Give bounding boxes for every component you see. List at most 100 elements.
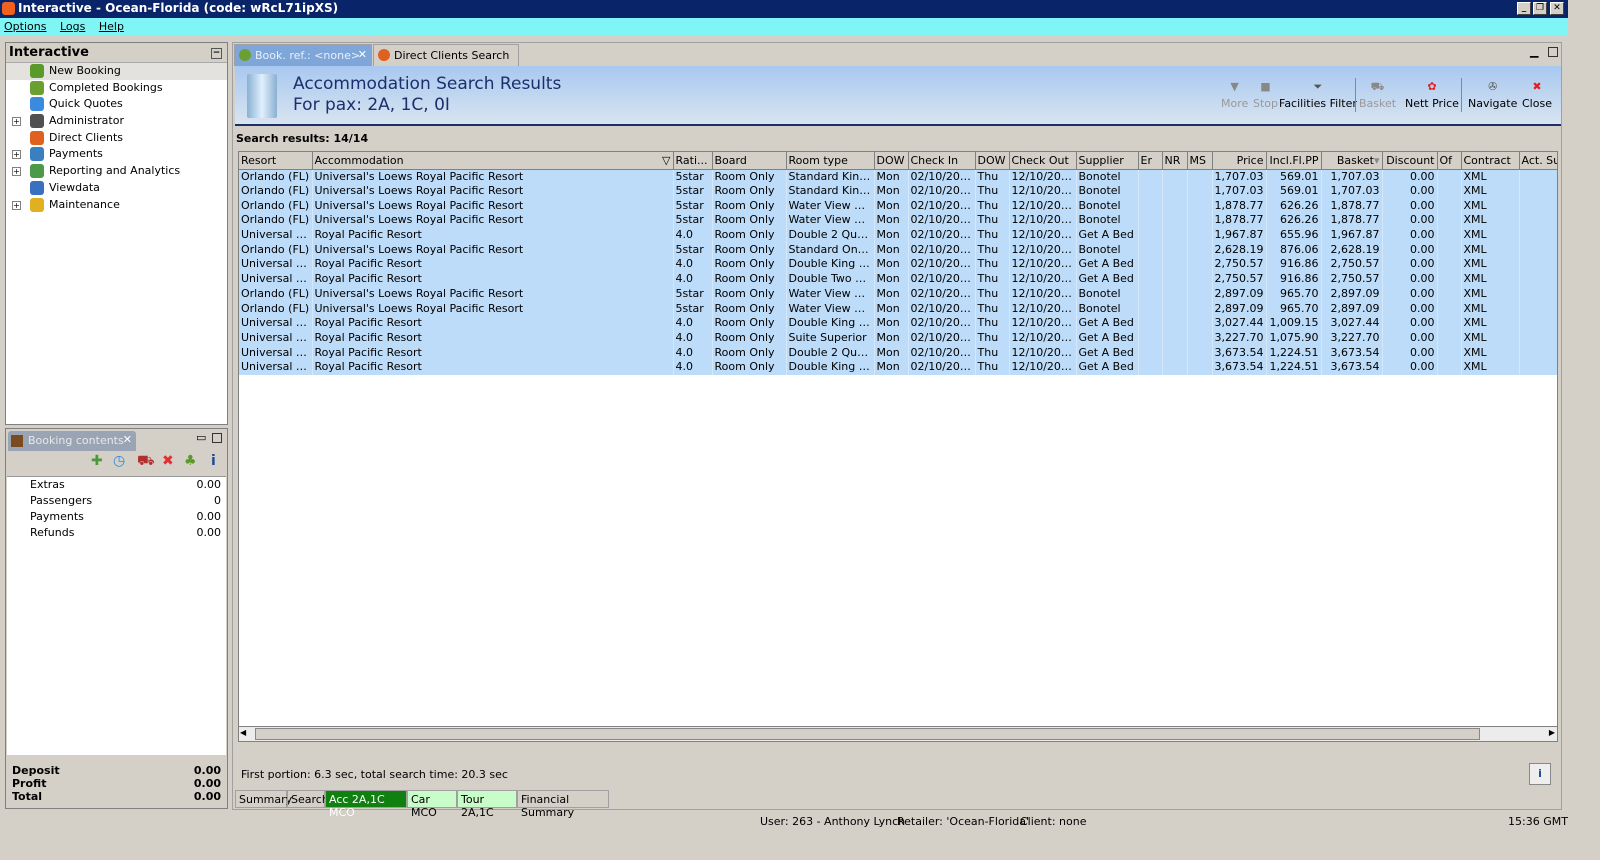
table-row[interactable]: Universal O... Royal Pacific Resort 4.0 Roo… (239, 330, 1557, 346)
collapse-icon[interactable]: − (211, 48, 222, 59)
column-header[interactable]: DOW (975, 152, 1010, 170)
close-icon[interactable]: ✕ (123, 433, 132, 446)
nett-price-button[interactable]: ✿ Nett Price (1405, 80, 1459, 110)
column-header[interactable]: Price (1212, 152, 1267, 170)
stop-button[interactable]: ■ Stop (1253, 80, 1278, 110)
scrollbar-thumb[interactable] (255, 728, 1480, 740)
nav-item-completed-bookings[interactable]: Completed Bookings (6, 80, 227, 97)
table-row[interactable]: Universal O... Royal Pacific Resort 4.0 Roo… (239, 315, 1557, 331)
column-header[interactable]: Contract (1461, 152, 1520, 170)
column-header[interactable]: Check Out (1009, 152, 1077, 170)
nav-item-maintenance[interactable]: + Maintenance (6, 197, 227, 214)
bottom-tab-search[interactable]: Search (287, 790, 329, 808)
column-header[interactable]: Discount (1382, 152, 1438, 170)
filter-icon[interactable]: ▽ (662, 154, 670, 167)
table-cell (1437, 213, 1462, 228)
expand-icon[interactable]: + (12, 167, 21, 177)
minimize-panel-icon[interactable]: ▭ (196, 431, 206, 444)
nav-item-quick-quotes[interactable]: Quick Quotes (6, 96, 227, 113)
scroll-left-icon[interactable]: ◀ (240, 728, 246, 737)
table-row[interactable]: Orlando (FL) Universal's Loews Royal Paci… (239, 286, 1557, 302)
close-tab-icon[interactable]: ✕ (358, 48, 367, 61)
sort-desc-icon[interactable]: ▾ (1374, 154, 1380, 167)
menu-options[interactable]: Options (4, 20, 46, 33)
palm-tree-icon[interactable]: ♣ (184, 453, 197, 469)
column-header[interactable]: Incl.Fl.PP (1266, 152, 1322, 170)
minimize-view-icon[interactable]: ▁ (1530, 45, 1538, 58)
clock-icon[interactable]: ◷ (113, 453, 125, 469)
nav-item-administrator[interactable]: + Administrator (6, 113, 227, 130)
table-row[interactable]: Universal O... Royal Pacific Resort 4.0 Roo… (239, 271, 1557, 287)
table-cell: Mon (874, 242, 909, 258)
menu-logs[interactable]: Logs (60, 20, 85, 33)
column-header[interactable]: NR (1162, 152, 1188, 170)
more-button[interactable]: ▼ More (1221, 80, 1248, 110)
bottom-tab-summary[interactable]: Summary (235, 790, 292, 808)
column-header[interactable]: DOW (874, 152, 909, 170)
table-row[interactable]: Orlando (FL) Universal's Loews Royal Paci… (239, 213, 1557, 228)
minimize-button[interactable]: _ (1517, 2, 1531, 15)
table-row[interactable]: Universal O... Royal Pacific Resort 4.0 Roo… (239, 257, 1557, 272)
column-header[interactable]: Er (1138, 152, 1163, 170)
close-window-button[interactable]: ✕ (1550, 2, 1564, 15)
column-header[interactable]: Rati... (673, 152, 713, 170)
basket-transfer-icon[interactable]: ⛟ (137, 453, 155, 471)
tab-booking-contents[interactable]: Booking contents ✕ (8, 431, 136, 451)
menu-help[interactable]: Help (99, 20, 124, 33)
scroll-right-icon[interactable]: ▶ (1549, 728, 1555, 737)
tab-direct-clients-search[interactable]: Direct Clients Search (373, 44, 519, 66)
close-button[interactable]: ✖ Close (1522, 80, 1552, 110)
nav-item-direct-clients[interactable]: Direct Clients (6, 130, 227, 147)
bottom-tab-car-mco[interactable]: Car MCO (407, 790, 457, 819)
search-time-text: First portion: 6.3 sec, total search tim… (241, 768, 508, 781)
table-row[interactable]: Orlando (FL) Universal's Loews Royal Paci… (239, 242, 1557, 258)
column-header[interactable]: Room type (786, 152, 875, 170)
column-header[interactable]: Check In (908, 152, 976, 170)
nav-item-viewdata[interactable]: Viewdata (6, 180, 227, 197)
info-icon[interactable]: i (211, 453, 216, 469)
restore-button[interactable]: ❐ (1533, 2, 1547, 15)
table-row[interactable]: Universal O... Royal Pacific Resort 4.0 Roo… (239, 227, 1557, 243)
column-header[interactable]: Basket▾ (1321, 152, 1383, 170)
nav-item-new-booking[interactable]: New Booking (6, 63, 227, 80)
tab-booking-ref[interactable]: Book. ref.: <none> ✕ (234, 44, 372, 66)
expand-icon[interactable]: + (12, 150, 21, 160)
maximize-panel-icon[interactable] (212, 433, 222, 443)
nav-item-payments[interactable]: + Payments (6, 146, 227, 163)
horizontal-scrollbar[interactable]: ◀ ▶ (238, 726, 1558, 742)
table-row[interactable]: Orlando (FL) Universal's Loews Royal Paci… (239, 198, 1557, 214)
table-cell: 2,628.19 (1212, 242, 1267, 258)
table-cell: 3,027.44 (1321, 315, 1383, 331)
expand-icon[interactable]: + (12, 117, 21, 127)
table-row[interactable]: Orlando (FL) Universal's Loews Royal Paci… (239, 183, 1557, 199)
column-header[interactable]: Board (712, 152, 787, 170)
bottom-tab-financial-summary[interactable]: Financial Summary (517, 790, 609, 819)
column-header[interactable]: Act. Su (1519, 152, 1557, 170)
client-icon (30, 130, 44, 145)
table-row[interactable]: Orlando (FL) Universal's Loews Royal Paci… (239, 169, 1557, 184)
column-header[interactable]: ▽ Accommodation (312, 152, 674, 170)
facilities-filter-button[interactable]: ⏷ Facilities Filter (1279, 80, 1357, 110)
column-header[interactable]: MS (1187, 152, 1213, 170)
table-row[interactable]: Universal O... Royal Pacific Resort 4.0 Roo… (239, 359, 1557, 375)
navigate-button[interactable]: ✇ Navigate (1468, 80, 1517, 110)
table-cell: 1,224.51 (1266, 345, 1322, 360)
bottom-tab-tour-2a-1c[interactable]: Tour 2A,1C (457, 790, 517, 819)
basket-button[interactable]: ⛟ Basket (1359, 80, 1396, 110)
column-header[interactable]: Supplier (1076, 152, 1139, 170)
maximize-view-icon[interactable] (1548, 47, 1558, 57)
expand-icon[interactable]: + (12, 200, 21, 210)
table-row[interactable]: Universal O... Royal Pacific Resort 4.0 Roo… (239, 345, 1557, 360)
info-button[interactable]: i (1529, 763, 1551, 785)
table-row[interactable]: Orlando (FL) Universal's Loews Royal Paci… (239, 301, 1557, 316)
add-icon[interactable]: ✚ (91, 453, 103, 469)
table-cell: 12/10/2017 (1009, 213, 1077, 228)
column-header[interactable]: Resort (239, 152, 313, 170)
column-header[interactable]: Of (1437, 152, 1462, 170)
bottom-tab-acc-2a-1c-mco[interactable]: Acc 2A,1C MCO (325, 790, 407, 819)
table-cell (1162, 330, 1188, 346)
table-cell: 5star (673, 169, 713, 184)
table-cell: 0.00 (1382, 213, 1438, 228)
nav-item-reporting-and-analytics[interactable]: + Reporting and Analytics (6, 163, 227, 180)
delete-icon[interactable]: ✖ (162, 453, 174, 469)
